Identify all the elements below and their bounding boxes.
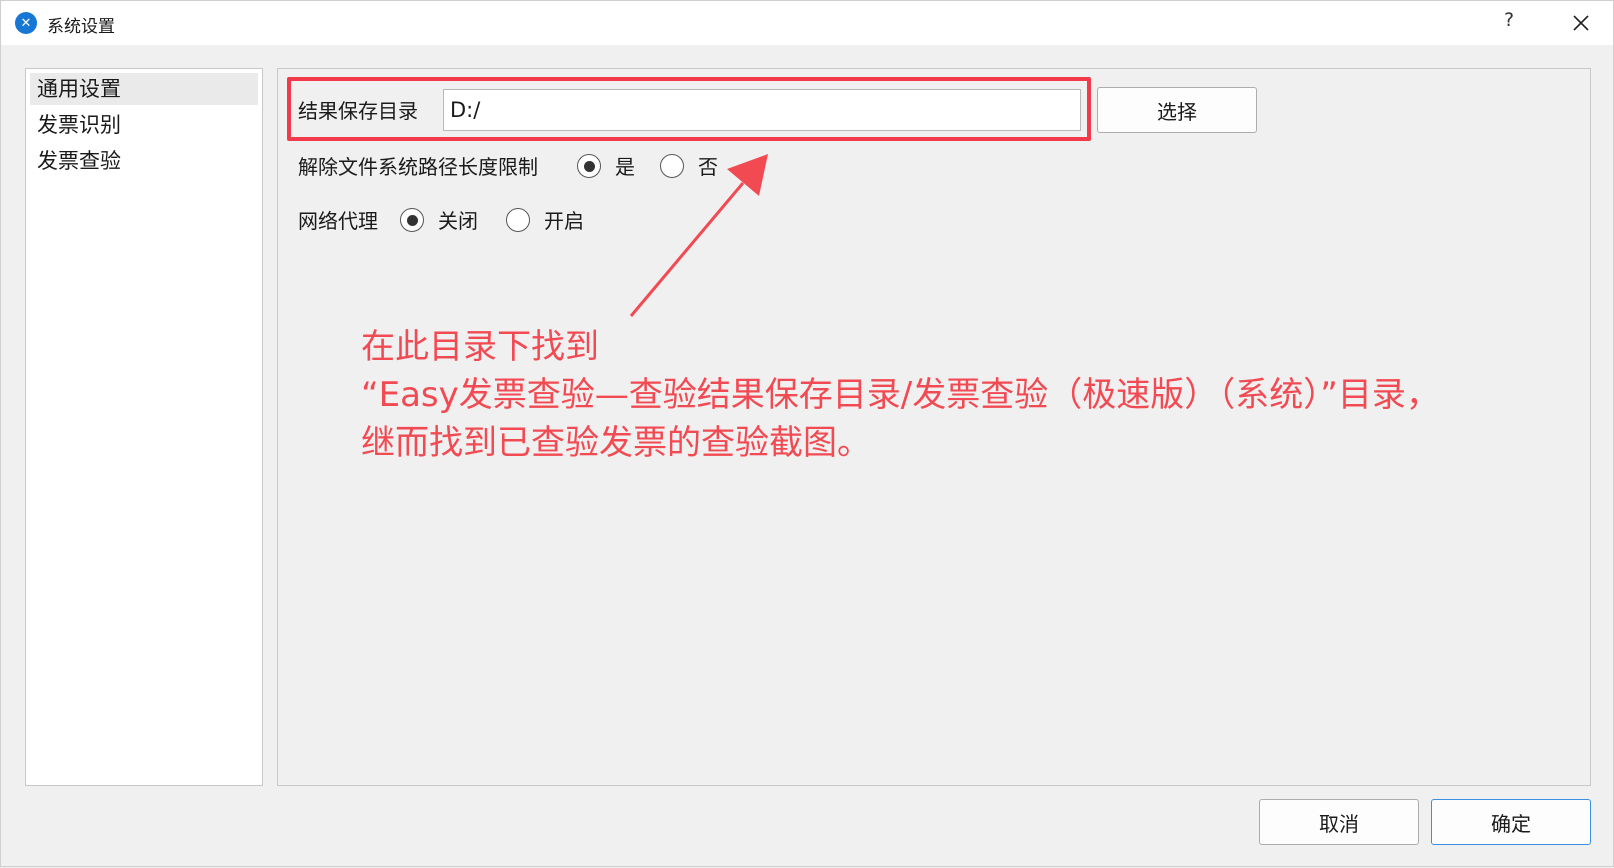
- ok-button[interactable]: 确定: [1431, 799, 1591, 845]
- settings-dialog: ✕ 系统设置 ? 通用设置 发票识别 发票查验 结果保存目录 选择 解除文件系统…: [0, 0, 1614, 867]
- cancel-button[interactable]: 取消: [1259, 799, 1419, 845]
- annotation-line-1: 在此目录下找到: [361, 327, 599, 367]
- annotation-line-2: “Easy发票查验—查验结果保存目录/发票查验（极速版）（系统）”目录，: [361, 375, 1440, 415]
- annotation-line-3: 继而找到已查验发票的查验截图。: [361, 423, 871, 463]
- annotation-text: 在此目录下找到 “Easy发票查验—查验结果保存目录/发票查验（极速版）（系统）…: [361, 323, 1440, 467]
